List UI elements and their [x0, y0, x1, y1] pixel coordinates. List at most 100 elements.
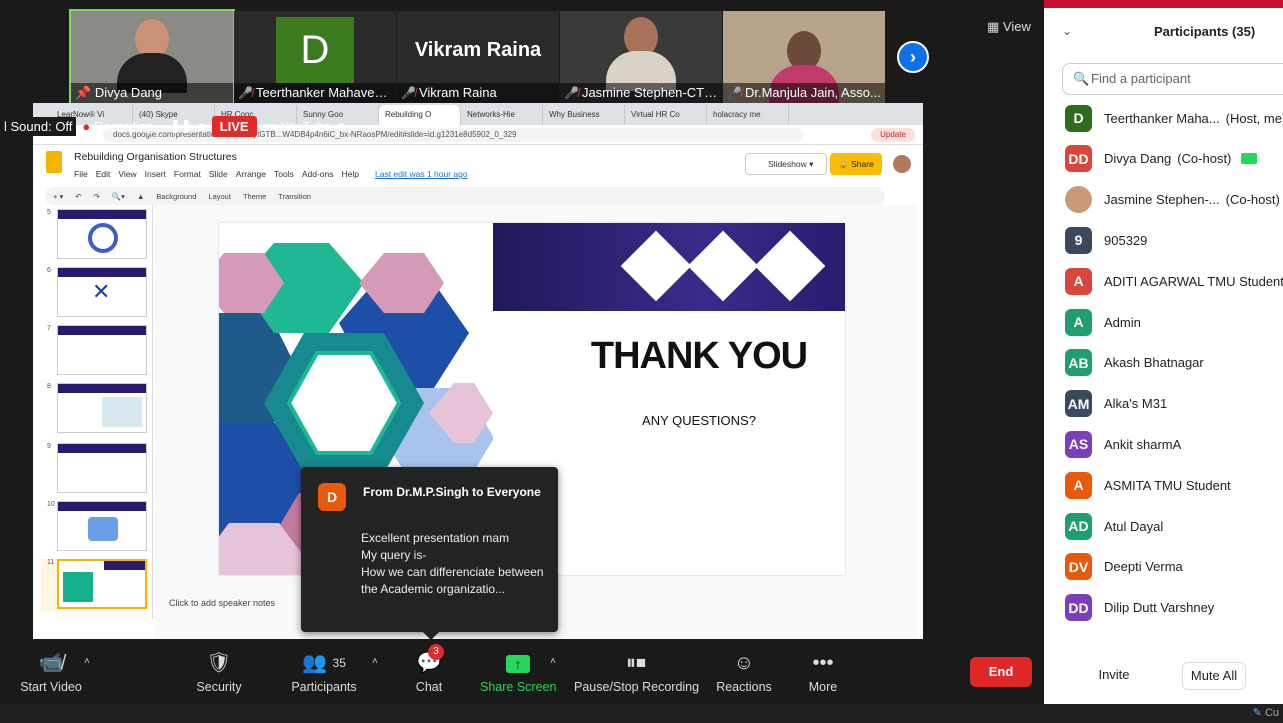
- sound-status: l Sound: Off: [0, 116, 77, 136]
- live-platform[interactable]: on YouTube: [263, 119, 332, 134]
- menu-file[interactable]: File: [74, 169, 88, 179]
- next-videos-button[interactable]: ›: [897, 41, 929, 73]
- participant-row[interactable]: DD Dilip Dutt Varshney: [1065, 593, 1283, 623]
- menu-slide[interactable]: Slide: [209, 169, 228, 179]
- browser-tab-active[interactable]: Rebuilding O: [379, 105, 461, 125]
- slides-logo-icon[interactable]: [46, 151, 62, 173]
- meeting-stage: 📌 Divya Dang D 🎤̸ Teerthanker Mahaveer ..…: [0, 0, 1044, 723]
- panel-footer: Invite Mute All: [1044, 648, 1283, 704]
- participant-avatar: AS: [1065, 430, 1092, 458]
- toolbar-transition[interactable]: Transition: [278, 192, 311, 201]
- zoom-icon[interactable]: 🔍▾: [112, 192, 125, 201]
- slideshow-button[interactable]: Slideshow ▾: [745, 153, 827, 175]
- participant-avatar: AM: [1065, 390, 1092, 418]
- participant-name: Dilip Dutt Varshney: [1104, 600, 1215, 616]
- participant-avatar: A: [1065, 471, 1092, 499]
- participants-panel: ⌄ Participants (35) 🔍 Find a participant…: [1044, 8, 1283, 704]
- chevron-up-icon[interactable]: ˄: [84, 656, 90, 667]
- participant-row[interactable]: D Teerthanker Maha... (Host, me): [1065, 103, 1283, 133]
- mute-all-button[interactable]: Mute All: [1182, 662, 1246, 690]
- video-tile-vikram[interactable]: Vikram Raina 🎤̸ Vikram Raina: [397, 11, 559, 103]
- video-tile-manjula[interactable]: 🎤̸ Dr.Manjula Jain, Asso...: [723, 11, 885, 103]
- view-button[interactable]: ▦ View: [987, 19, 1031, 35]
- slide-thumbnail[interactable]: 7: [41, 325, 149, 377]
- browser-update-button[interactable]: Update: [871, 128, 915, 142]
- browser-tab[interactable]: Virtual HR Co: [625, 105, 707, 125]
- menu-view[interactable]: View: [118, 169, 136, 179]
- share-button[interactable]: 🔒 Share: [830, 153, 882, 175]
- pen-icon: ✎: [1252, 707, 1265, 719]
- record-icon: ●: [82, 118, 91, 134]
- share-screen-button[interactable]: ↑ Share Screen: [480, 650, 556, 694]
- last-edit-link[interactable]: Last edit was 1 hour ago: [375, 169, 468, 179]
- stop-icon[interactable]: ■: [198, 119, 206, 134]
- chat-notification[interactable]: D From Dr.M.P.Singh to Everyone Excellen…: [301, 467, 558, 640]
- recording-indicator: ● Recording...: [82, 118, 164, 134]
- select-icon[interactable]: ▲: [137, 192, 144, 201]
- participant-photo: [606, 17, 676, 91]
- redo-icon[interactable]: ↷: [94, 192, 100, 201]
- live-badge[interactable]: LIVE: [211, 115, 257, 137]
- participant-row[interactable]: DV Deepti Verma: [1065, 552, 1283, 582]
- screen-share-icon: [1241, 153, 1258, 165]
- participant-row[interactable]: AB Akash Bhatnagar: [1065, 348, 1283, 378]
- share-screen-icon: ↑: [506, 655, 530, 673]
- chat-button[interactable]: 💬 3 Chat: [412, 644, 446, 694]
- browser-tab[interactable]: Networks-Hie: [461, 105, 543, 125]
- add-icon[interactable]: + ▾: [53, 192, 63, 201]
- end-meeting-button[interactable]: End: [970, 657, 1032, 687]
- video-tile-teerthanker[interactable]: D 🎤̸ Teerthanker Mahaveer ...: [234, 11, 396, 103]
- menu-help[interactable]: Help: [342, 169, 359, 179]
- start-video-button[interactable]: 📹̸ Start Video: [18, 650, 84, 694]
- participant-row[interactable]: AS Ankit sharmA: [1065, 429, 1283, 459]
- browser-tab[interactable]: holacracy me: [707, 105, 789, 125]
- pause-stop-recording-button[interactable]: ⏸⏹ Pause/Stop Recording: [574, 650, 699, 694]
- menu-addons[interactable]: Add-ons: [302, 169, 334, 179]
- chevron-up-icon[interactable]: ˄: [372, 656, 378, 667]
- participant-row[interactable]: AD Atul Dayal: [1065, 511, 1283, 541]
- security-button[interactable]: 🛡 Security: [194, 650, 244, 694]
- participant-row[interactable]: AM Alka's M31: [1065, 389, 1283, 419]
- toolbar-background[interactable]: Background: [156, 192, 196, 201]
- menu-edit[interactable]: Edit: [96, 169, 111, 179]
- pause-icon[interactable]: ❚❚: [170, 118, 192, 134]
- participant-row[interactable]: Jasmine Stephen-... (Co-host): [1065, 185, 1283, 215]
- speaker-notes[interactable]: Click to add speaker notes: [169, 598, 275, 608]
- undo-icon[interactable]: ↶: [75, 192, 81, 201]
- browser-tab[interactable]: Why Business: [543, 105, 625, 125]
- more-button[interactable]: ••• More: [806, 650, 840, 694]
- participants-button[interactable]: 👥 35 Participants: [290, 650, 358, 694]
- participant-avatar: DV: [1065, 553, 1092, 581]
- participant-row[interactable]: DD Divya Dang (Co-host): [1065, 144, 1283, 174]
- video-tile-jasmine[interactable]: 🎤̸ Jasmine Stephen-CTLD: [560, 11, 722, 103]
- shield-icon: 🛡: [206, 652, 232, 674]
- slide-thumbnail[interactable]: 10: [41, 501, 149, 553]
- slide-heading: THANK YOU: [590, 335, 808, 377]
- document-title[interactable]: Rebuilding Organisation Structures: [74, 151, 237, 163]
- participant-row[interactable]: A Admin: [1065, 307, 1283, 337]
- account-avatar[interactable]: [893, 155, 911, 173]
- slide-thumbnail[interactable]: 9: [41, 443, 149, 495]
- sender-avatar: D: [318, 483, 346, 511]
- menu-arrange[interactable]: Arrange: [236, 169, 266, 179]
- video-tile-divya[interactable]: 📌 Divya Dang: [69, 9, 235, 105]
- toolbar-layout[interactable]: Layout: [208, 192, 231, 201]
- chevron-down-icon[interactable]: ▾: [338, 118, 345, 134]
- participant-row[interactable]: 9 905329: [1065, 225, 1283, 255]
- menu-tools[interactable]: Tools: [274, 169, 294, 179]
- chevron-up-icon[interactable]: ˄: [550, 656, 556, 667]
- participant-row[interactable]: A ADITI AGARWAL TMU Student: [1065, 266, 1283, 296]
- slide-thumbnail[interactable]: 6 ✕: [41, 267, 149, 319]
- participant-name: ADITI AGARWAL TMU Student: [1104, 273, 1283, 289]
- menu-format[interactable]: Format: [174, 169, 201, 179]
- find-participant-input[interactable]: 🔍 Find a participant: [1062, 63, 1283, 95]
- slide-thumbnail[interactable]: 8: [41, 383, 149, 435]
- slide-thumbnail-selected[interactable]: 11: [41, 559, 149, 611]
- toolbar-theme[interactable]: Theme: [243, 192, 266, 201]
- slide-thumbnail[interactable]: 5: [41, 209, 149, 261]
- menu-insert[interactable]: Insert: [145, 169, 166, 179]
- participant-row[interactable]: A ASMITA TMU Student: [1065, 470, 1283, 500]
- reactions-button[interactable]: ☺ Reactions: [716, 650, 772, 694]
- partner-logo: [687, 230, 759, 302]
- invite-button[interactable]: Invite: [1092, 662, 1136, 690]
